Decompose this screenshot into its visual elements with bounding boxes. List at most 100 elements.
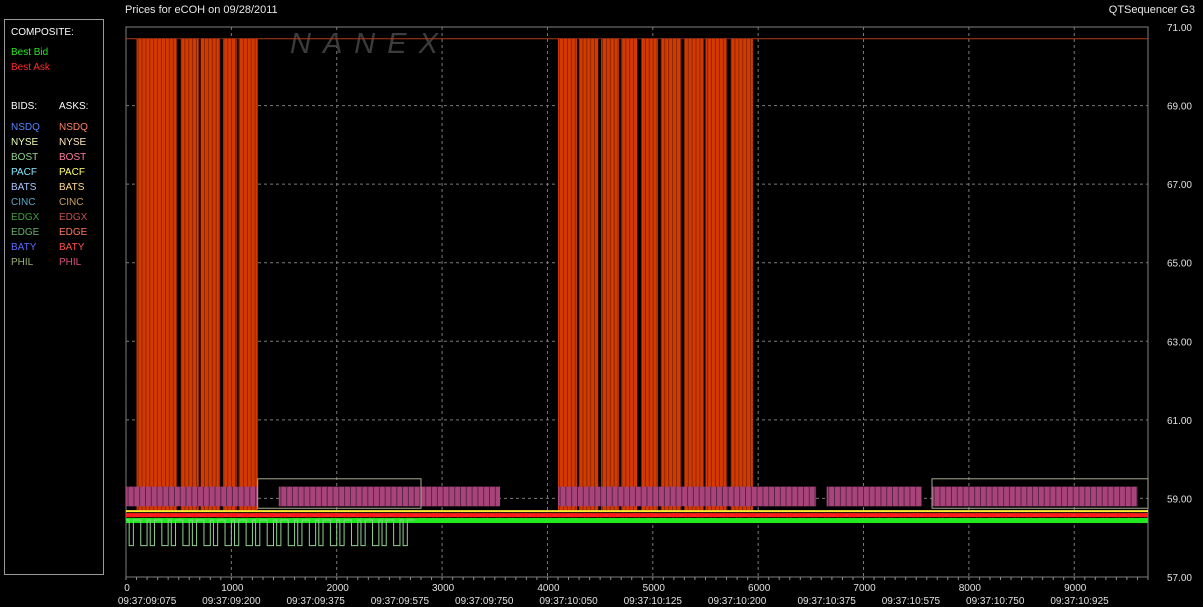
x-tick-label: 5000 xyxy=(643,583,666,594)
time-label: 09:37:10:200 xyxy=(708,596,767,607)
best-ask-marker xyxy=(864,512,869,518)
best-ask-marker xyxy=(219,512,225,518)
best-ask-marker xyxy=(851,512,857,518)
x-tick-label: 9000 xyxy=(1064,583,1087,594)
best-ask-marker xyxy=(775,512,781,518)
best-ask-marker xyxy=(207,512,212,518)
y-tick-label: 63.00 xyxy=(1167,337,1192,348)
best-ask-marker xyxy=(1092,512,1097,518)
best-ask-marker xyxy=(396,512,402,518)
best-ask-marker xyxy=(952,512,958,518)
best-ask-marker xyxy=(232,512,237,518)
phil-ask-band xyxy=(278,486,501,507)
best-ask-marker xyxy=(434,512,440,518)
best-ask-marker xyxy=(725,512,730,518)
best-ask-marker xyxy=(1117,512,1122,518)
best-ask-marker xyxy=(295,512,300,518)
best-ask-marker xyxy=(1142,512,1148,518)
best-ask-marker xyxy=(940,512,945,518)
best-ask-marker xyxy=(320,512,326,518)
best-ask-marker xyxy=(282,512,288,518)
best-ask-marker xyxy=(485,512,490,518)
best-ask-marker xyxy=(763,512,768,518)
best-ask-marker xyxy=(333,512,338,518)
ask-spike-gap xyxy=(236,38,239,511)
best-ask-marker xyxy=(447,512,452,518)
best-ask-marker xyxy=(1066,512,1072,518)
best-ask-marker xyxy=(978,512,983,518)
best-ask-marker xyxy=(586,512,591,518)
best-ask-marker xyxy=(889,512,895,518)
best-ask-marker xyxy=(788,512,794,518)
best-ask-marker xyxy=(384,512,389,518)
best-ask-marker xyxy=(1003,512,1008,518)
time-label: 09:37:10:925 xyxy=(1050,596,1109,607)
best-ask-marker xyxy=(535,512,541,518)
ask-spike-gap xyxy=(619,38,622,511)
ask-spike-region xyxy=(557,38,753,511)
time-label: 09:37:09:075 xyxy=(118,596,177,607)
best-ask-marker xyxy=(156,512,161,518)
x-tick-label: 8000 xyxy=(959,583,982,594)
best-ask-marker xyxy=(561,512,566,518)
best-ask-marker xyxy=(1079,512,1084,518)
series-layer xyxy=(126,38,1149,547)
watermark-nanex: NANEX xyxy=(290,28,450,60)
best-ask-marker xyxy=(270,512,275,518)
best-ask-marker xyxy=(915,512,920,518)
x-tick-label: 1000 xyxy=(221,583,244,594)
best-ask-marker xyxy=(1028,512,1034,518)
best-ask-marker xyxy=(548,512,553,518)
best-ask-marker xyxy=(877,512,882,518)
best-ask-marker xyxy=(346,512,351,518)
best-ask-marker xyxy=(990,512,996,518)
nyse-ask-strip xyxy=(126,510,1148,513)
best-ask-marker xyxy=(624,512,629,518)
best-ask-marker xyxy=(244,512,250,518)
best-ask-marker xyxy=(472,512,477,518)
best-ask-marker xyxy=(131,512,136,518)
time-label: 09:37:09:750 xyxy=(455,596,514,607)
best-ask-marker xyxy=(712,512,718,518)
best-ask-marker xyxy=(497,512,503,518)
best-ask-marker xyxy=(902,512,907,518)
best-bid-strip xyxy=(126,518,1148,524)
best-ask-marker xyxy=(169,512,174,518)
best-ask-marker xyxy=(371,512,376,518)
x-tick-label: 0 xyxy=(124,583,130,594)
x-tick-label: 3000 xyxy=(432,583,455,594)
y-tick-label: 57.00 xyxy=(1167,573,1192,584)
time-label: 09:37:10:575 xyxy=(882,596,941,607)
y-tick-label: 69.00 xyxy=(1167,102,1192,113)
time-label: 09:37:10:050 xyxy=(539,596,598,607)
time-label: 09:37:09:200 xyxy=(202,596,261,607)
best-ask-marker xyxy=(649,512,654,518)
time-label: 09:37:10:125 xyxy=(624,596,683,607)
best-ask-marker xyxy=(1016,512,1021,518)
best-ask-marker xyxy=(1041,512,1046,518)
best-ask-marker xyxy=(662,512,667,518)
best-ask-marker xyxy=(598,512,604,518)
best-ask-marker xyxy=(839,512,844,518)
best-ask-marker xyxy=(801,512,806,518)
time-label: 09:37:09:575 xyxy=(371,596,430,607)
best-ask-marker xyxy=(636,512,642,518)
best-ask-marker xyxy=(459,512,465,518)
best-ask-marker xyxy=(738,512,743,518)
x-tick-label: 6000 xyxy=(748,583,771,594)
time-label: 09:37:10:375 xyxy=(797,596,856,607)
y-tick-label: 59.00 xyxy=(1167,494,1192,505)
best-ask-marker xyxy=(1104,512,1110,518)
phil-ask-band xyxy=(557,486,817,507)
best-ask-marker xyxy=(510,512,515,518)
best-ask-marker xyxy=(421,512,427,518)
best-ask-marker xyxy=(573,512,579,518)
y-tick-label: 67.00 xyxy=(1167,180,1192,191)
best-ask-marker xyxy=(611,512,617,518)
best-ask-marker xyxy=(194,512,199,518)
ask-spike-gap xyxy=(681,38,685,511)
x-tick-label: 2000 xyxy=(327,583,350,594)
x-tick-label: 4000 xyxy=(537,583,560,594)
best-ask-marker xyxy=(687,512,692,518)
best-ask-marker xyxy=(1129,512,1135,518)
